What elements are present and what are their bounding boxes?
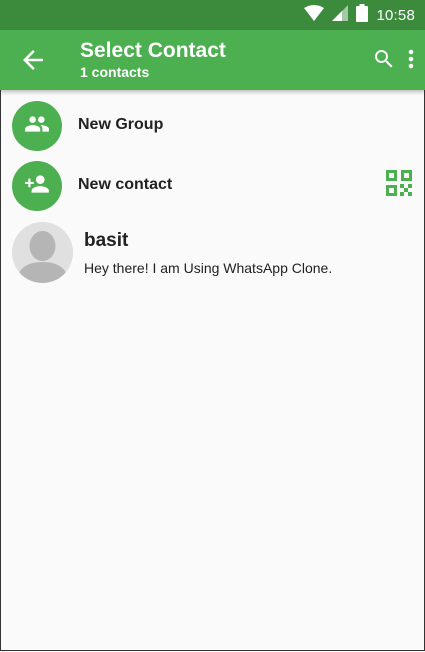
battery-icon <box>356 4 369 27</box>
more-options-button[interactable] <box>404 47 418 71</box>
contact-status: Hey there! I am Using WhatsApp Clone. <box>84 260 333 276</box>
back-button[interactable] <box>18 45 48 75</box>
app-bar-titles: Select Contact 1 contacts <box>80 38 226 81</box>
wifi-icon <box>304 5 325 26</box>
status-time: 10:58 <box>376 7 415 24</box>
status-bar: 10:58 <box>0 0 425 30</box>
contact-count: 1 contacts <box>80 64 150 80</box>
more-vert-icon <box>404 49 418 75</box>
qr-code-icon <box>386 170 412 200</box>
new-group-row[interactable]: New Group <box>0 96 425 156</box>
new-group-label: New Group <box>78 116 164 133</box>
new-contact-row[interactable]: New contact <box>0 156 425 216</box>
contact-name: basit <box>84 230 129 251</box>
app-bar: Select Contact 1 contacts <box>0 30 425 90</box>
signal-icon <box>332 5 349 26</box>
new-contact-avatar <box>12 161 62 211</box>
contact-list-item[interactable]: basit Hey there! I am Using WhatsApp Clo… <box>0 218 425 286</box>
search-icon <box>372 50 396 75</box>
qr-code-button[interactable] <box>386 170 412 196</box>
default-avatar-icon <box>12 222 73 283</box>
person-add-icon <box>24 171 50 202</box>
group-icon <box>24 111 50 142</box>
search-button[interactable] <box>372 47 396 71</box>
status-icons: 10:58 <box>304 4 415 27</box>
new-contact-label: New contact <box>78 176 173 193</box>
page-title: Select Contact <box>80 39 226 62</box>
arrow-back-icon <box>18 50 48 79</box>
avatar <box>12 222 73 283</box>
new-group-avatar <box>12 101 62 151</box>
